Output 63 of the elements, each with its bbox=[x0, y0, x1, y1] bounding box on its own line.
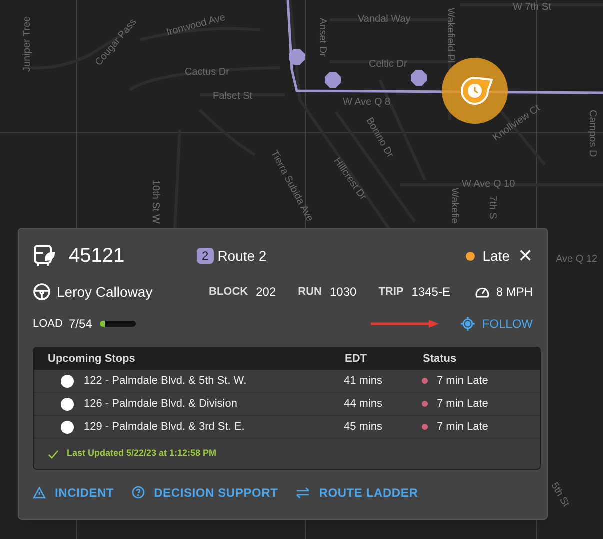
column-header: Status bbox=[423, 352, 457, 367]
action-link[interactable]: ROUTE LADDER bbox=[296, 484, 418, 502]
field-value: 202 bbox=[256, 284, 276, 301]
stop-name: 129 - Palmdale Blvd. & 3rd St. E. bbox=[84, 420, 246, 435]
stop-marker-icon bbox=[61, 420, 74, 434]
follow-button[interactable]: FOLLOW bbox=[461, 315, 533, 333]
street-label: 10th St W bbox=[149, 180, 162, 224]
street-label: Cactus Dr bbox=[185, 66, 230, 80]
edt-cell-text: 45 mins bbox=[344, 420, 384, 435]
status-cell-text: 7 min Late bbox=[437, 374, 488, 389]
field-label: TRIP bbox=[378, 284, 404, 300]
warning-icon bbox=[33, 487, 46, 499]
street-label: W Ave Q 10 bbox=[462, 178, 516, 192]
action-link[interactable]: INCIDENT bbox=[33, 484, 114, 502]
stop-marker-icon bbox=[61, 398, 74, 410]
stop-name: 122 - Palmdale Blvd. & 5th St. W. bbox=[84, 374, 248, 389]
street-label: Juniper Tree bbox=[21, 16, 34, 72]
speed-value: 8 MPH bbox=[496, 284, 533, 301]
crosshair-icon bbox=[461, 317, 476, 331]
status-cell-text: 7 min Late bbox=[437, 396, 488, 412]
field-label: RUN bbox=[298, 284, 322, 300]
arrow-icon bbox=[371, 320, 440, 328]
last-updated: Last Updated 5/22/23 at 1:12:58 PM bbox=[67, 447, 217, 460]
status-label: Late bbox=[482, 246, 510, 266]
stop-name: 126 - Palmdale Blvd. & Division bbox=[84, 396, 238, 412]
load-value: 7/54 bbox=[68, 316, 92, 333]
street-label: W Ave Q 8 bbox=[343, 96, 391, 110]
bus-icon bbox=[33, 244, 55, 268]
street-label: Vandal Way bbox=[358, 13, 411, 27]
speedometer-icon bbox=[475, 285, 490, 299]
street-label: Anset Dr bbox=[316, 18, 329, 57]
stop-marker-icon bbox=[61, 374, 74, 388]
bus-stop-icon bbox=[325, 72, 341, 88]
street-label: Celtic Dr bbox=[369, 58, 408, 72]
street-label: 7th S bbox=[486, 196, 499, 220]
status-cell-text: 7 min Late bbox=[437, 420, 488, 435]
route-badge: 2 bbox=[197, 248, 214, 264]
load-label: LOAD bbox=[33, 316, 63, 332]
street-label: 5th St bbox=[548, 480, 572, 510]
vehicle-number: 45121 bbox=[69, 244, 126, 269]
edt-cell-text: 44 mins bbox=[344, 396, 384, 412]
action-link[interactable]: DECISION SUPPORT bbox=[132, 484, 278, 502]
swap-arrows-icon bbox=[296, 487, 310, 499]
column-header: EDT bbox=[345, 352, 368, 367]
route-name: Route 2 bbox=[218, 246, 267, 266]
column-header: Upcoming Stops bbox=[48, 352, 136, 367]
field-value: 1345-E bbox=[412, 284, 450, 301]
street-label: Campos D bbox=[586, 110, 599, 158]
field-value: 1030 bbox=[330, 284, 357, 301]
driver-name: Leroy Calloway bbox=[57, 282, 154, 302]
street-label: Wakefie bbox=[448, 188, 461, 224]
edt-cell-text: 41 mins bbox=[344, 374, 384, 389]
steering-wheel-icon bbox=[33, 283, 51, 301]
street-label: Wakefield Pl bbox=[444, 8, 457, 64]
bus-stop-icon bbox=[411, 70, 427, 86]
bus-stop-icon bbox=[289, 49, 305, 65]
street-label: W 7th St bbox=[513, 1, 552, 15]
street-label: Ave Q 12 bbox=[556, 253, 598, 267]
close-button[interactable]: ✕ bbox=[518, 247, 533, 265]
street-label: Falset St bbox=[213, 90, 252, 104]
help-icon bbox=[132, 486, 146, 500]
checkmark-icon bbox=[48, 450, 59, 458]
field-label: BLOCK bbox=[209, 284, 248, 300]
